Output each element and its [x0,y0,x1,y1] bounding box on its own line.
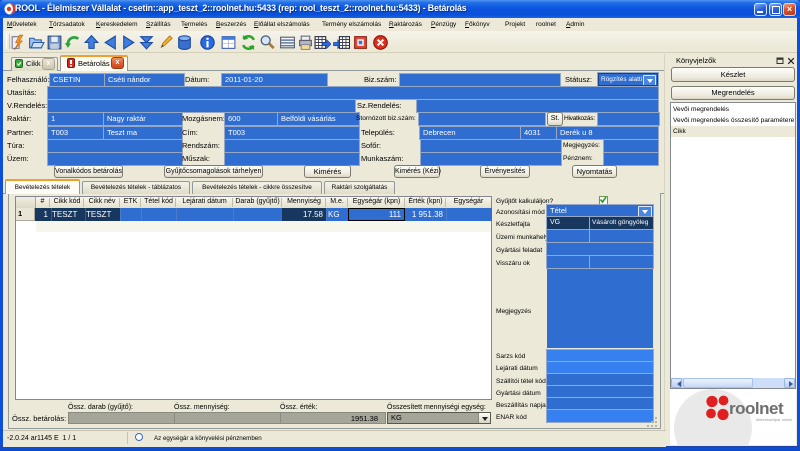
svg-text:élelmiszeripar online: élelmiszeripar online [756,417,793,422]
svg-text:roolnet: roolnet [729,399,784,418]
